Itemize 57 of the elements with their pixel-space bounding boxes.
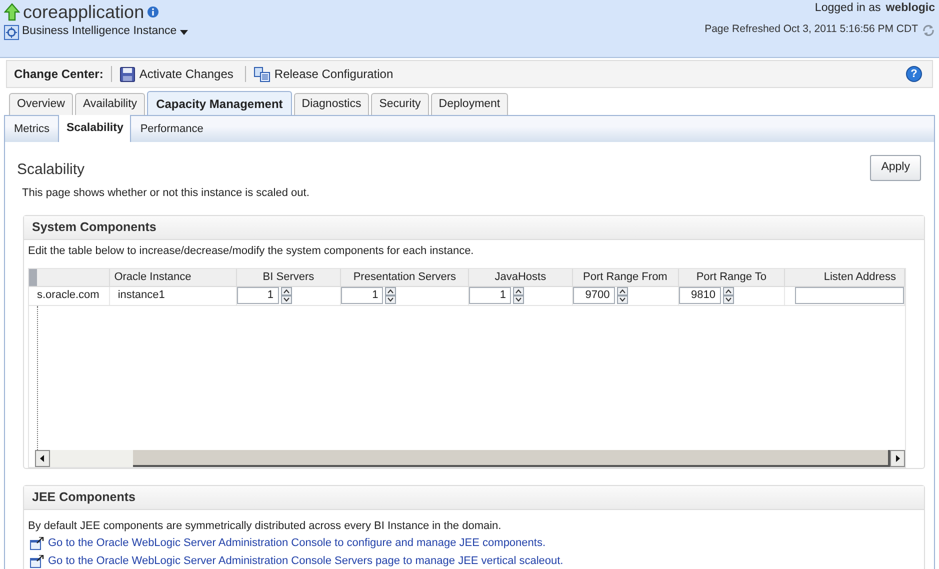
column-header: BI Servers <box>236 268 342 286</box>
info-icon[interactable] <box>147 6 160 18</box>
external-link-icon <box>30 555 44 568</box>
column-header: JavaHosts <box>469 268 573 286</box>
logged-in-label: Logged in as <box>814 1 881 16</box>
release-configuration-button[interactable]: Release Configuration <box>254 65 398 83</box>
refresh-time: Page Refreshed Oct 3, 2011 5:16:56 PM CDT <box>704 22 918 38</box>
page-description: This page shows whether or not this instance is scaled out. <box>22 186 310 200</box>
page-heading: coreapplication <box>23 0 144 24</box>
spinner-icon[interactable] <box>385 287 396 304</box>
spinner-icon[interactable] <box>280 287 292 304</box>
tab[interactable]: Availability <box>74 93 146 115</box>
spinner-icon[interactable] <box>616 287 628 304</box>
column-header: Presentation Servers <box>341 268 470 286</box>
scroll-left-icon[interactable] <box>35 450 50 466</box>
listen-address-field[interactable] <box>795 287 904 304</box>
number-field[interactable]: 9700 <box>572 287 615 304</box>
panel-description: By default JEE components are symmetrically distributed across every BI Instance in the domain. <box>27 519 502 534</box>
tab[interactable]: Diagnostics <box>294 93 370 115</box>
sub-tab[interactable]: Scalability <box>58 115 132 142</box>
sub-tab[interactable]: Performance <box>131 116 212 142</box>
panel-title: System Components <box>32 219 156 236</box>
table-cell-text: s.oracle.com <box>36 288 100 304</box>
up-arrow-icon <box>4 3 20 21</box>
table-cell-text: instance1 <box>116 288 165 304</box>
tab[interactable]: Deployment <box>430 93 508 115</box>
column-header: Port Range To <box>678 268 786 286</box>
tab[interactable]: Overview <box>9 93 73 115</box>
number-field[interactable]: 1 <box>341 287 384 304</box>
activate-changes-button[interactable]: Activate Changes <box>120 65 238 83</box>
number-field[interactable]: 1 <box>236 287 279 304</box>
tab[interactable]: Capacity Management <box>147 91 292 115</box>
caret-icon <box>180 30 188 34</box>
spinner-icon[interactable] <box>512 287 524 304</box>
panel-description: Edit the table below to increase/decrease/modify the system components for each instance. <box>27 244 475 259</box>
user-name: weblogic <box>886 1 935 16</box>
documents-icon <box>254 66 270 82</box>
column-header: Oracle Instance <box>110 268 237 286</box>
column-header: Listen Address <box>785 268 906 286</box>
help-button[interactable]: ? <box>906 66 922 82</box>
number-field[interactable]: 1 <box>468 287 511 304</box>
console-link[interactable]: Go to the Oracle WebLogic Server Administration Console to configure and manage JEE components. <box>48 535 546 552</box>
row-header-strip <box>29 268 37 286</box>
sub-tab[interactable]: Metrics <box>5 116 58 142</box>
spinner-icon[interactable] <box>722 287 734 304</box>
scroll-right-icon[interactable] <box>890 450 905 466</box>
section-title: Scalability <box>17 160 86 180</box>
external-link-icon <box>30 537 44 550</box>
apply-button[interactable]: Apply <box>870 155 921 181</box>
number-field[interactable]: 9810 <box>678 287 721 304</box>
instance-menu[interactable]: Business Intelligence Instance <box>4 24 188 40</box>
change-center-label: Change Center: <box>14 66 104 83</box>
panel-title: JEE Components <box>32 489 136 506</box>
column-header: Port Range From <box>572 268 679 286</box>
tab[interactable]: Security <box>371 93 429 115</box>
target-icon <box>4 24 19 40</box>
console-link[interactable]: Go to the Oracle WebLogic Server Administration Console Servers page to manage JEE vertical scaleout. <box>48 553 564 569</box>
